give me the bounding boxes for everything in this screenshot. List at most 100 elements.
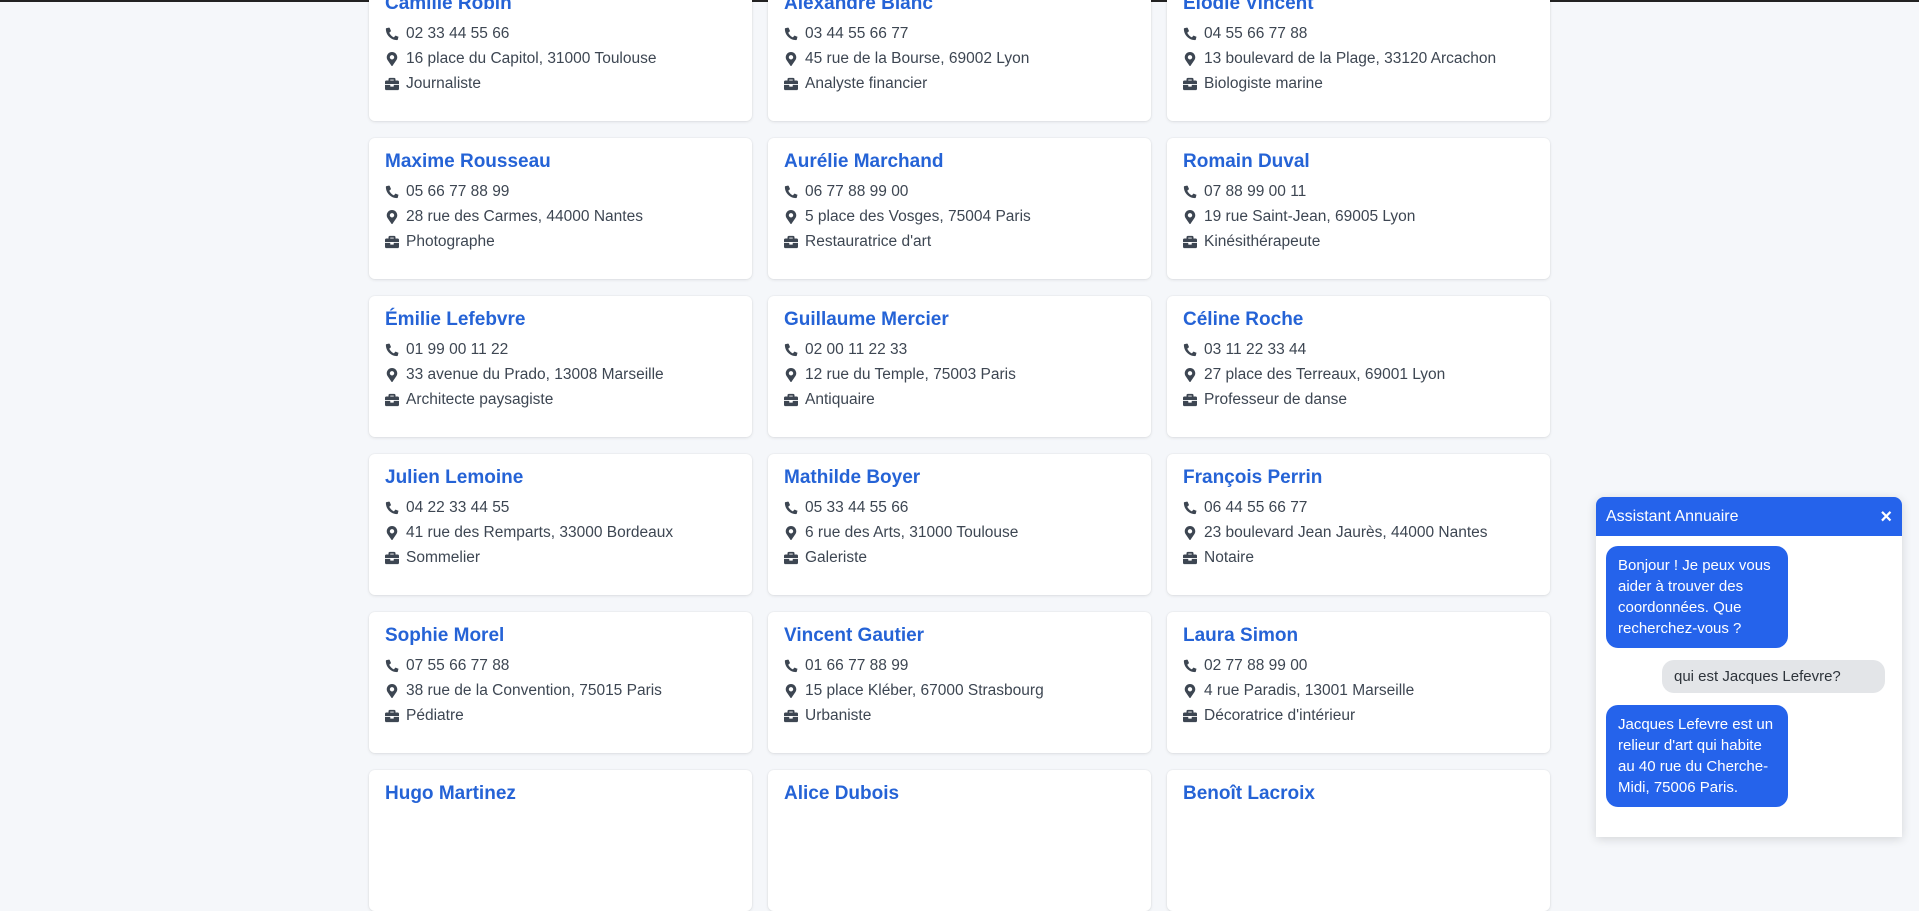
contact-name[interactable]: Alexandre Blanc [784, 0, 1136, 16]
contact-address-row: 5 place des Vosges, 75004 Paris [784, 204, 1136, 229]
contact-address-row: 41 rue des Remparts, 33000 Bordeaux [385, 520, 737, 545]
contact-address-row: 19 rue Saint-Jean, 69005 Lyon [1183, 204, 1535, 229]
contact-phone-row: 03 11 22 33 44 [1183, 337, 1535, 362]
contact-name[interactable]: Vincent Gautier [784, 624, 1136, 648]
contact-job-row: Kinésithérapeute [1183, 229, 1535, 254]
phone-icon [1183, 500, 1200, 516]
contact-card[interactable]: Romain Duval 07 88 99 00 11 19 rue Saint… [1167, 138, 1550, 279]
briefcase-icon [1183, 392, 1200, 408]
contact-address: 5 place des Vosges, 75004 Paris [805, 208, 1031, 225]
contact-card[interactable]: Guillaume Mercier 02 00 11 22 33 12 rue … [768, 296, 1151, 437]
contact-address-row: 33 avenue du Prado, 13008 Marseille [385, 362, 737, 387]
contact-phone-row: 04 22 33 44 55 [385, 495, 737, 520]
contact-address: 45 rue de la Bourse, 69002 Lyon [805, 50, 1030, 67]
phone-icon [784, 342, 801, 358]
contact-job-row: Antiquaire [784, 387, 1136, 412]
phone-icon [1183, 342, 1200, 358]
phone-icon [385, 500, 402, 516]
map-marker-icon [1183, 51, 1200, 67]
contact-phone: 05 66 77 88 99 [406, 183, 510, 200]
contact-card[interactable]: François Perrin 06 44 55 66 77 23 boulev… [1167, 454, 1550, 595]
contact-name[interactable]: Benoît Lacroix [1183, 782, 1535, 806]
contact-name[interactable]: Romain Duval [1183, 150, 1535, 174]
bot-message: Bonjour ! Je peux vous aider à trouver d… [1606, 546, 1788, 648]
contact-card[interactable]: Vincent Gautier 01 66 77 88 99 15 place … [768, 612, 1151, 753]
chat-header: Assistant Annuaire × [1596, 497, 1902, 536]
phone-icon [385, 184, 402, 200]
contact-job: Galeriste [805, 549, 868, 566]
contact-name[interactable]: Alice Dubois [784, 782, 1136, 806]
contact-job-row: Journaliste [385, 71, 737, 96]
briefcase-icon [385, 392, 402, 408]
contact-job: Analyste financier [805, 75, 928, 92]
contact-name[interactable]: Sophie Morel [385, 624, 737, 648]
contact-card[interactable]: Mathilde Boyer 05 33 44 55 66 6 rue des … [768, 454, 1151, 595]
contact-name[interactable]: Mathilde Boyer [784, 466, 1136, 490]
contact-address-row: 28 rue des Carmes, 44000 Nantes [385, 204, 737, 229]
contact-name[interactable]: Laura Simon [1183, 624, 1535, 648]
contact-card[interactable]: Maxime Rousseau 05 66 77 88 99 28 rue de… [369, 138, 752, 279]
contact-card[interactable]: Hugo Martinez [369, 770, 752, 911]
contact-name[interactable]: Élodie Vincent [1183, 0, 1535, 16]
contact-phone: 01 66 77 88 99 [805, 657, 909, 674]
contact-address: 6 rue des Arts, 31000 Toulouse [805, 524, 1019, 541]
contact-job: Professeur de danse [1204, 391, 1348, 408]
contact-address: 41 rue des Remparts, 33000 Bordeaux [406, 524, 674, 541]
contact-card[interactable]: Émilie Lefebvre 01 99 00 11 22 33 avenue… [369, 296, 752, 437]
phone-icon [385, 342, 402, 358]
bot-message: Jacques Lefevre est un relieur d'art qui… [1606, 705, 1788, 807]
contact-card[interactable]: Benoît Lacroix [1167, 770, 1550, 911]
contact-card[interactable]: Alexandre Blanc 03 44 55 66 77 45 rue de… [768, 0, 1151, 121]
contact-name[interactable]: Guillaume Mercier [784, 308, 1136, 332]
contact-phone-row: 07 88 99 00 11 [1183, 179, 1535, 204]
map-marker-icon [784, 367, 801, 383]
contact-card[interactable]: Aurélie Marchand 06 77 88 99 00 5 place … [768, 138, 1151, 279]
contact-address: 23 boulevard Jean Jaurès, 44000 Nantes [1204, 524, 1488, 541]
contact-job-row: Notaire [1183, 545, 1535, 570]
contact-phone: 07 55 66 77 88 [406, 657, 510, 674]
contact-address-row: 15 place Kléber, 67000 Strasbourg [784, 678, 1136, 703]
contact-name[interactable]: Hugo Martinez [385, 782, 737, 806]
contact-job: Journaliste [406, 75, 481, 92]
contact-name[interactable]: François Perrin [1183, 466, 1535, 490]
phone-icon [784, 184, 801, 200]
contact-name[interactable]: Julien Lemoine [385, 466, 737, 490]
phone-icon [784, 500, 801, 516]
contact-job: Sommelier [406, 549, 481, 566]
contact-card[interactable]: Céline Roche 03 11 22 33 44 27 place des… [1167, 296, 1550, 437]
contact-phone-row: 03 44 55 66 77 [784, 21, 1136, 46]
contact-job: Pédiatre [406, 707, 464, 724]
contact-phone-row: 05 66 77 88 99 [385, 179, 737, 204]
contact-job: Décoratrice d'intérieur [1204, 707, 1356, 724]
contact-address: 16 place du Capitol, 31000 Toulouse [406, 50, 657, 67]
contact-card[interactable]: Julien Lemoine 04 22 33 44 55 41 rue des… [369, 454, 752, 595]
contact-job: Urbaniste [805, 707, 872, 724]
map-marker-icon [1183, 209, 1200, 225]
phone-icon [784, 26, 801, 42]
briefcase-icon [385, 76, 402, 92]
contact-phone: 07 88 99 00 11 [1204, 183, 1307, 200]
contact-address-row: 4 rue Paradis, 13001 Marseille [1183, 678, 1535, 703]
contact-name[interactable]: Aurélie Marchand [784, 150, 1136, 174]
contact-phone: 02 33 44 55 66 [406, 25, 510, 42]
contact-address: 27 place des Terreaux, 69001 Lyon [1204, 366, 1446, 383]
contact-address-row: 6 rue des Arts, 31000 Toulouse [784, 520, 1136, 545]
contact-job-row: Professeur de danse [1183, 387, 1535, 412]
contact-card[interactable]: Sophie Morel 07 55 66 77 88 38 rue de la… [369, 612, 752, 753]
phone-icon [784, 658, 801, 674]
phone-icon [385, 26, 402, 42]
contact-name[interactable]: Émilie Lefebvre [385, 308, 737, 332]
contact-phone: 02 00 11 22 33 [805, 341, 908, 358]
contact-address: 13 boulevard de la Plage, 33120 Arcachon [1204, 50, 1497, 67]
contact-name[interactable]: Maxime Rousseau [385, 150, 737, 174]
briefcase-icon [1183, 550, 1200, 566]
contact-card[interactable]: Élodie Vincent 04 55 66 77 88 13 bouleva… [1167, 0, 1550, 121]
contact-job-row: Analyste financier [784, 71, 1136, 96]
contact-card[interactable]: Alice Dubois [768, 770, 1151, 911]
contact-name[interactable]: Céline Roche [1183, 308, 1535, 332]
contact-name[interactable]: Camille Robin [385, 0, 737, 16]
contact-card[interactable]: Camille Robin 02 33 44 55 66 16 place du… [369, 0, 752, 121]
contact-card[interactable]: Laura Simon 02 77 88 99 00 4 rue Paradis… [1167, 612, 1550, 753]
close-icon[interactable]: × [1880, 507, 1892, 527]
chat-title: Assistant Annuaire [1606, 507, 1739, 525]
